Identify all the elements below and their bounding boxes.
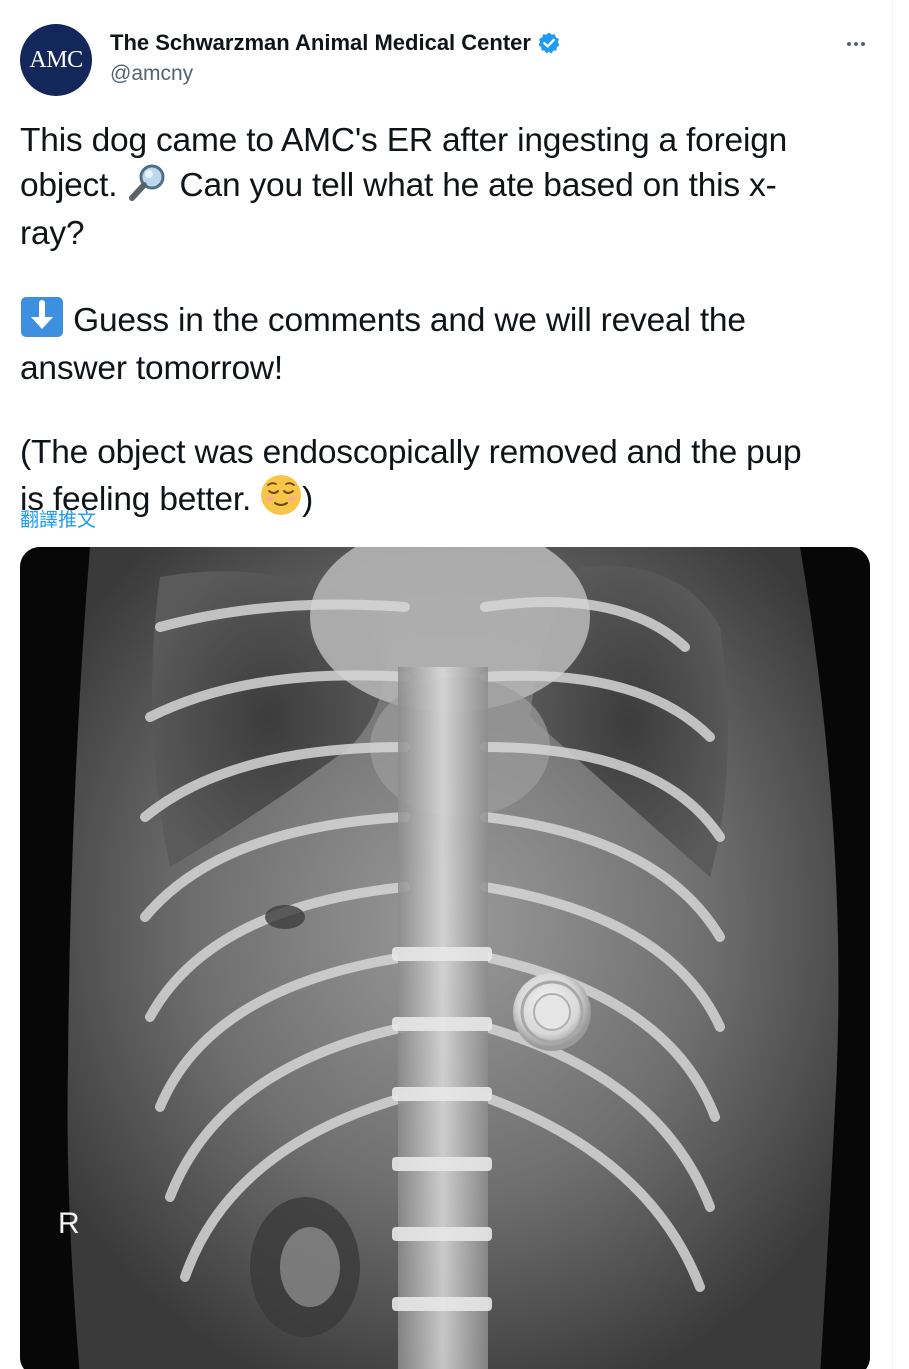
tweet-text: This dog came to AMC's ER after ingestin… [20,120,880,527]
tweet-media-xray-image[interactable]: R [20,547,870,1369]
text-line: answer tomorrow! [20,348,880,390]
text-line: object. Can you tell what he ate based o… [20,162,880,213]
text-span: (The object was endoscopically removed a… [20,434,802,471]
text-span: ) [302,481,314,518]
xray-image [20,547,870,1369]
verified-badge-icon[interactable] [537,31,561,55]
down-arrow-icon [20,297,64,348]
text-line: is feeling better. ) [20,474,880,527]
translate-tweet-link[interactable]: 翻譯推文 [20,505,96,532]
text-span: Can you tell what he ate based on this x… [179,167,777,204]
text-line: (The object was endoscopically removed a… [20,432,880,474]
text-span: object. [20,167,118,204]
magnifying-glass-icon [126,162,170,213]
text-span: This dog came to AMC's ER after ingestin… [20,122,788,159]
text-line: Guess in the comments and we will reveal… [20,297,880,348]
text-line: This dog came to AMC's ER after ingestin… [20,120,880,162]
text-span: answer tomorrow! [20,350,284,387]
text-span: ray? [20,215,85,252]
text-line: ray? [20,213,880,255]
more-options-icon[interactable] [840,30,872,58]
avatar[interactable]: AMC [20,24,92,96]
relieved-face-icon [260,474,302,527]
xray-side-label: R [58,1207,80,1240]
handle[interactable]: @amcny [110,62,193,86]
tweet-card: AMC The Schwarzman Animal Medical Center… [0,0,909,1369]
author-name-row[interactable]: The Schwarzman Animal Medical Center [110,30,561,56]
avatar-text: AMC [29,46,83,73]
tweet-header: AMC The Schwarzman Animal Medical Center… [20,24,870,98]
divider [892,0,893,1369]
display-name[interactable]: The Schwarzman Animal Medical Center [110,30,531,56]
text-span: Guess in the comments and we will reveal… [73,302,746,339]
